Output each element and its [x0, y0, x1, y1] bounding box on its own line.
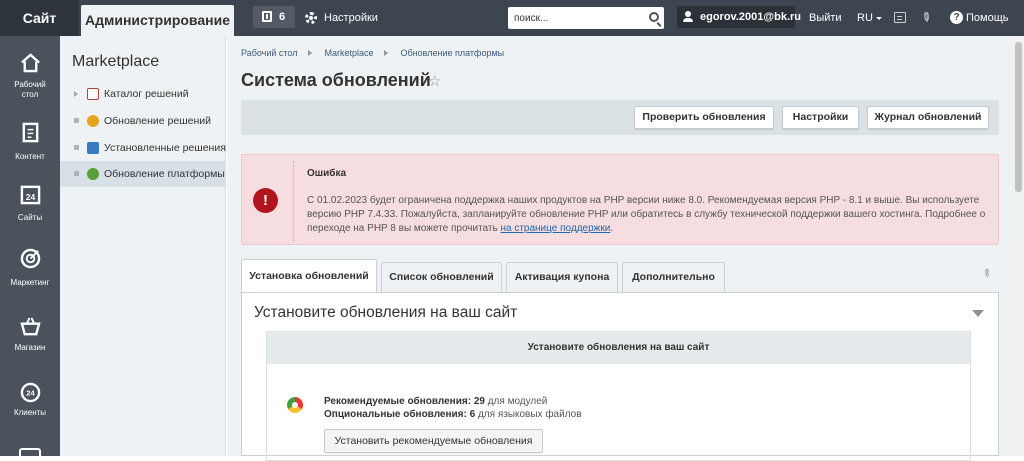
install-box-title: Установите обновления на ваш сайт — [267, 332, 970, 364]
breadcrumb-separator-icon — [307, 50, 315, 56]
recommended-updates: Рекомендуемые обновления: 29 для модулей — [324, 396, 548, 407]
clients-24-icon: 24 — [20, 382, 41, 403]
basket-icon — [20, 317, 41, 336]
sidebar-item-label: Установленные решения — [104, 142, 226, 154]
nav-clients[interactable]: 24 Клиенты — [0, 382, 60, 444]
scrollbar[interactable] — [1013, 36, 1024, 456]
search-icon[interactable] — [649, 12, 659, 22]
nav-label: Сайты — [17, 213, 43, 222]
optional-updates: Опциональные обновления: 6 для языковых … — [324, 409, 582, 420]
pin-icon[interactable]: ✎ — [979, 266, 994, 281]
nav-desktop[interactable]: Рабочий стол — [0, 52, 60, 114]
tab-coupon-activation[interactable]: Активация купона — [506, 262, 618, 292]
breadcrumb-item[interactable]: Marketplace — [325, 48, 374, 58]
main-content: Рабочий стол Marketplace Обновление платфо… — [227, 36, 1013, 461]
language-selector[interactable]: RU — [857, 0, 882, 36]
update-solutions-icon — [87, 115, 99, 127]
settings-label: Настройки — [324, 12, 378, 24]
update-log-button[interactable]: Журнал обновлений — [867, 106, 989, 129]
install-box: Установите обновления на ваш сайт Рекоме… — [266, 331, 971, 461]
toolbar: Проверить обновления Настройки Журнал об… — [241, 100, 999, 135]
nav-content[interactable]: Контент — [0, 122, 60, 184]
platform-update-icon — [87, 168, 99, 180]
sidebar-title: Marketplace — [72, 53, 160, 70]
nav-marketing[interactable]: Маркетинг — [0, 248, 60, 310]
check-updates-button[interactable]: Проверить обновления — [634, 106, 774, 129]
top-bar: Сайт Администрирование 6 Настройки egoro… — [0, 0, 1024, 36]
notifications-button[interactable]: 6 — [253, 6, 295, 28]
breadcrumb: Рабочий стол Marketplace Обновление платфо… — [241, 48, 504, 58]
help-icon: ? — [950, 11, 963, 24]
target-icon — [20, 248, 41, 269]
bullet-marker — [74, 145, 79, 150]
user-email: egorov.2001@bk.ru — [700, 11, 802, 23]
panel-title: Установите обновления на ваш сайт — [254, 304, 518, 321]
search-input[interactable] — [508, 7, 638, 29]
svg-text:24: 24 — [26, 388, 35, 397]
error-text: С 01.02.2023 будет ограничена поддержка … — [307, 195, 986, 234]
install-recommended-button[interactable]: Установить рекомендуемые обновления — [324, 429, 543, 453]
error-icon: ! — [253, 188, 278, 213]
nav-label: Маркетинг — [10, 278, 50, 287]
nav-label: Магазин — [14, 343, 46, 352]
bullet-marker — [74, 118, 79, 123]
search-box — [508, 7, 664, 29]
nav-label: Контент — [15, 152, 45, 161]
expand-arrow-icon[interactable] — [74, 91, 81, 97]
sidebar-item-platform-update[interactable]: Обновление платформы — [60, 161, 226, 187]
pin-icon[interactable]: ✎ — [918, 9, 936, 27]
nav-sites[interactable]: 24 Сайты — [0, 184, 60, 246]
nav-label: Клиенты — [13, 408, 47, 417]
nav-shop[interactable]: Магазин — [0, 316, 60, 378]
tab-install-updates[interactable]: Установка обновлений — [241, 259, 377, 292]
admin-tab[interactable]: Администрирование — [81, 5, 234, 36]
nav-label: стол — [21, 90, 39, 99]
breadcrumb-separator-icon — [383, 50, 391, 56]
tab-additional[interactable]: Дополнительно — [622, 262, 725, 292]
updates-icon — [287, 397, 303, 413]
install-panel: Установите обновления на ваш сайт Устано… — [241, 292, 999, 461]
notification-icon — [262, 11, 272, 22]
home-icon — [21, 53, 40, 73]
nav-label: Рабочий — [14, 80, 46, 89]
tab-update-list[interactable]: Список обновлений — [381, 262, 502, 292]
settings-button[interactable]: Настройки — [782, 106, 859, 129]
breadcrumb-item[interactable]: Обновление платформы — [401, 48, 505, 58]
svg-text:24: 24 — [26, 192, 36, 202]
collapse-icon[interactable] — [972, 310, 984, 323]
site-tab[interactable]: Сайт — [0, 0, 79, 36]
help-label: Помощь — [966, 12, 1009, 24]
sidebar-item-label: Обновление решений — [104, 115, 212, 127]
calendar-24-icon: 24 — [20, 185, 41, 205]
user-button[interactable]: egorov.2001@bk.ru — [677, 6, 801, 28]
more-nav-icon[interactable] — [19, 448, 41, 460]
catalog-icon — [87, 88, 99, 100]
sidebar-item-update-solutions[interactable]: Обновление решений — [60, 108, 226, 134]
bullet-marker — [74, 171, 79, 176]
left-navigation: Рабочий стол Контент 24 Сайты Маркетинг … — [0, 36, 60, 460]
error-message: ! Ошибка С 01.02.2023 будет ограничена п… — [241, 154, 999, 245]
sidebar-item-label: Обновление платформы — [104, 168, 225, 180]
page-title: Система обновлений — [241, 70, 431, 90]
notifications-count: 6 — [279, 11, 286, 23]
sidebar: Marketplace Каталог решений Обновление р… — [60, 36, 226, 456]
installed-solutions-icon — [87, 142, 99, 154]
breadcrumb-item[interactable]: Рабочий стол — [241, 48, 298, 58]
sidebar-item-catalog[interactable]: Каталог решений — [60, 81, 226, 107]
document-icon — [22, 122, 39, 143]
star-icon[interactable]: ☆ — [428, 72, 441, 90]
scrollbar-thumb[interactable] — [1015, 42, 1022, 192]
support-page-link[interactable]: на странице поддержки — [500, 223, 610, 234]
user-icon — [683, 11, 693, 22]
sidebar-item-label: Каталог решений — [104, 88, 189, 100]
error-title: Ошибка — [307, 168, 347, 179]
sidebar-item-installed-solutions[interactable]: Установленные решения — [60, 135, 226, 161]
logout-link[interactable]: Выйти — [809, 0, 842, 36]
keyboard-icon[interactable] — [894, 12, 906, 23]
